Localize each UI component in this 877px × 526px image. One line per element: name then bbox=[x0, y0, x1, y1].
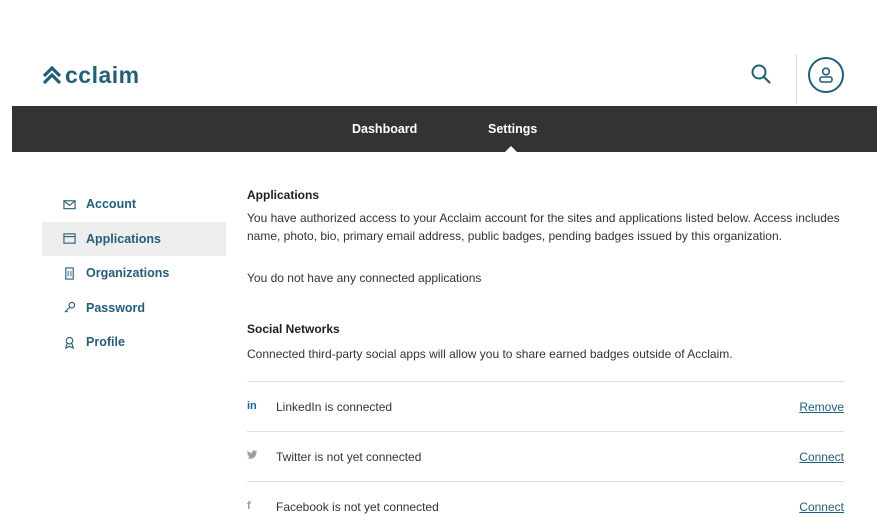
applications-description: You have authorized access to your Accla… bbox=[247, 211, 840, 243]
chevron-up-logo-icon bbox=[42, 65, 62, 84]
sidebar-item-profile[interactable]: Profile bbox=[42, 325, 226, 360]
social-networks-heading: Social Networks bbox=[247, 322, 340, 336]
applications-heading: Applications bbox=[247, 188, 320, 202]
nav-tab-dashboard[interactable]: Dashboard bbox=[352, 122, 417, 136]
social-status-text: Twitter is not yet connected bbox=[276, 450, 422, 464]
sidebar-item-organizations[interactable]: Organizations bbox=[42, 256, 226, 291]
header-divider bbox=[796, 54, 797, 104]
social-status-text: Facebook is not yet connected bbox=[276, 500, 439, 514]
active-tab-caret bbox=[505, 146, 517, 152]
sidebar-item-label: Password bbox=[86, 300, 146, 315]
social-row-linkedin: in LinkedIn is connected Remove bbox=[247, 381, 844, 431]
sidebar-item-applications[interactable]: Applications bbox=[42, 221, 226, 256]
sidebar-item-label: Account bbox=[86, 197, 136, 212]
settings-sidebar: Account Applications Organizations Passw… bbox=[42, 187, 226, 360]
key-icon bbox=[62, 301, 76, 315]
user-icon bbox=[819, 67, 833, 83]
sidebar-item-password[interactable]: Password bbox=[42, 291, 226, 326]
sidebar-item-account[interactable]: Account bbox=[42, 187, 226, 222]
acclaim-logo[interactable]: cclaim bbox=[41, 62, 140, 89]
linkedin-icon: in bbox=[247, 400, 257, 412]
social-row-facebook: f Facebook is not yet connected Connect bbox=[247, 481, 844, 526]
connect-twitter-link[interactable]: Connect bbox=[799, 450, 844, 464]
logo-text: cclaim bbox=[65, 62, 140, 88]
social-status-text: LinkedIn is connected bbox=[276, 400, 393, 414]
sidebar-item-label: Organizations bbox=[86, 266, 170, 281]
nav-tab-settings[interactable]: Settings bbox=[488, 122, 537, 136]
badge-icon bbox=[62, 335, 76, 349]
social-networks-list: in LinkedIn is connected Remove Twitter … bbox=[247, 381, 844, 526]
window-icon bbox=[62, 232, 76, 246]
remove-linkedin-link[interactable]: Remove bbox=[799, 400, 844, 414]
sidebar-item-label: Applications bbox=[86, 231, 162, 246]
twitter-icon bbox=[247, 450, 261, 463]
facebook-icon: f bbox=[247, 500, 251, 512]
search-button[interactable] bbox=[749, 62, 773, 86]
site-header: cclaim bbox=[0, 0, 877, 106]
main-nav-bar: Dashboard Settings bbox=[12, 106, 877, 152]
envelope-icon bbox=[62, 197, 76, 211]
social-row-twitter: Twitter is not yet connected Connect bbox=[247, 431, 844, 481]
social-networks-description: Connected third-party social apps will a… bbox=[247, 347, 733, 361]
building-icon bbox=[62, 266, 76, 280]
connect-facebook-link[interactable]: Connect bbox=[799, 500, 844, 514]
no-applications-message: You do not have any connected applicatio… bbox=[247, 271, 482, 285]
search-icon bbox=[751, 64, 771, 84]
user-avatar-button[interactable] bbox=[808, 57, 844, 93]
sidebar-item-label: Profile bbox=[86, 335, 125, 350]
